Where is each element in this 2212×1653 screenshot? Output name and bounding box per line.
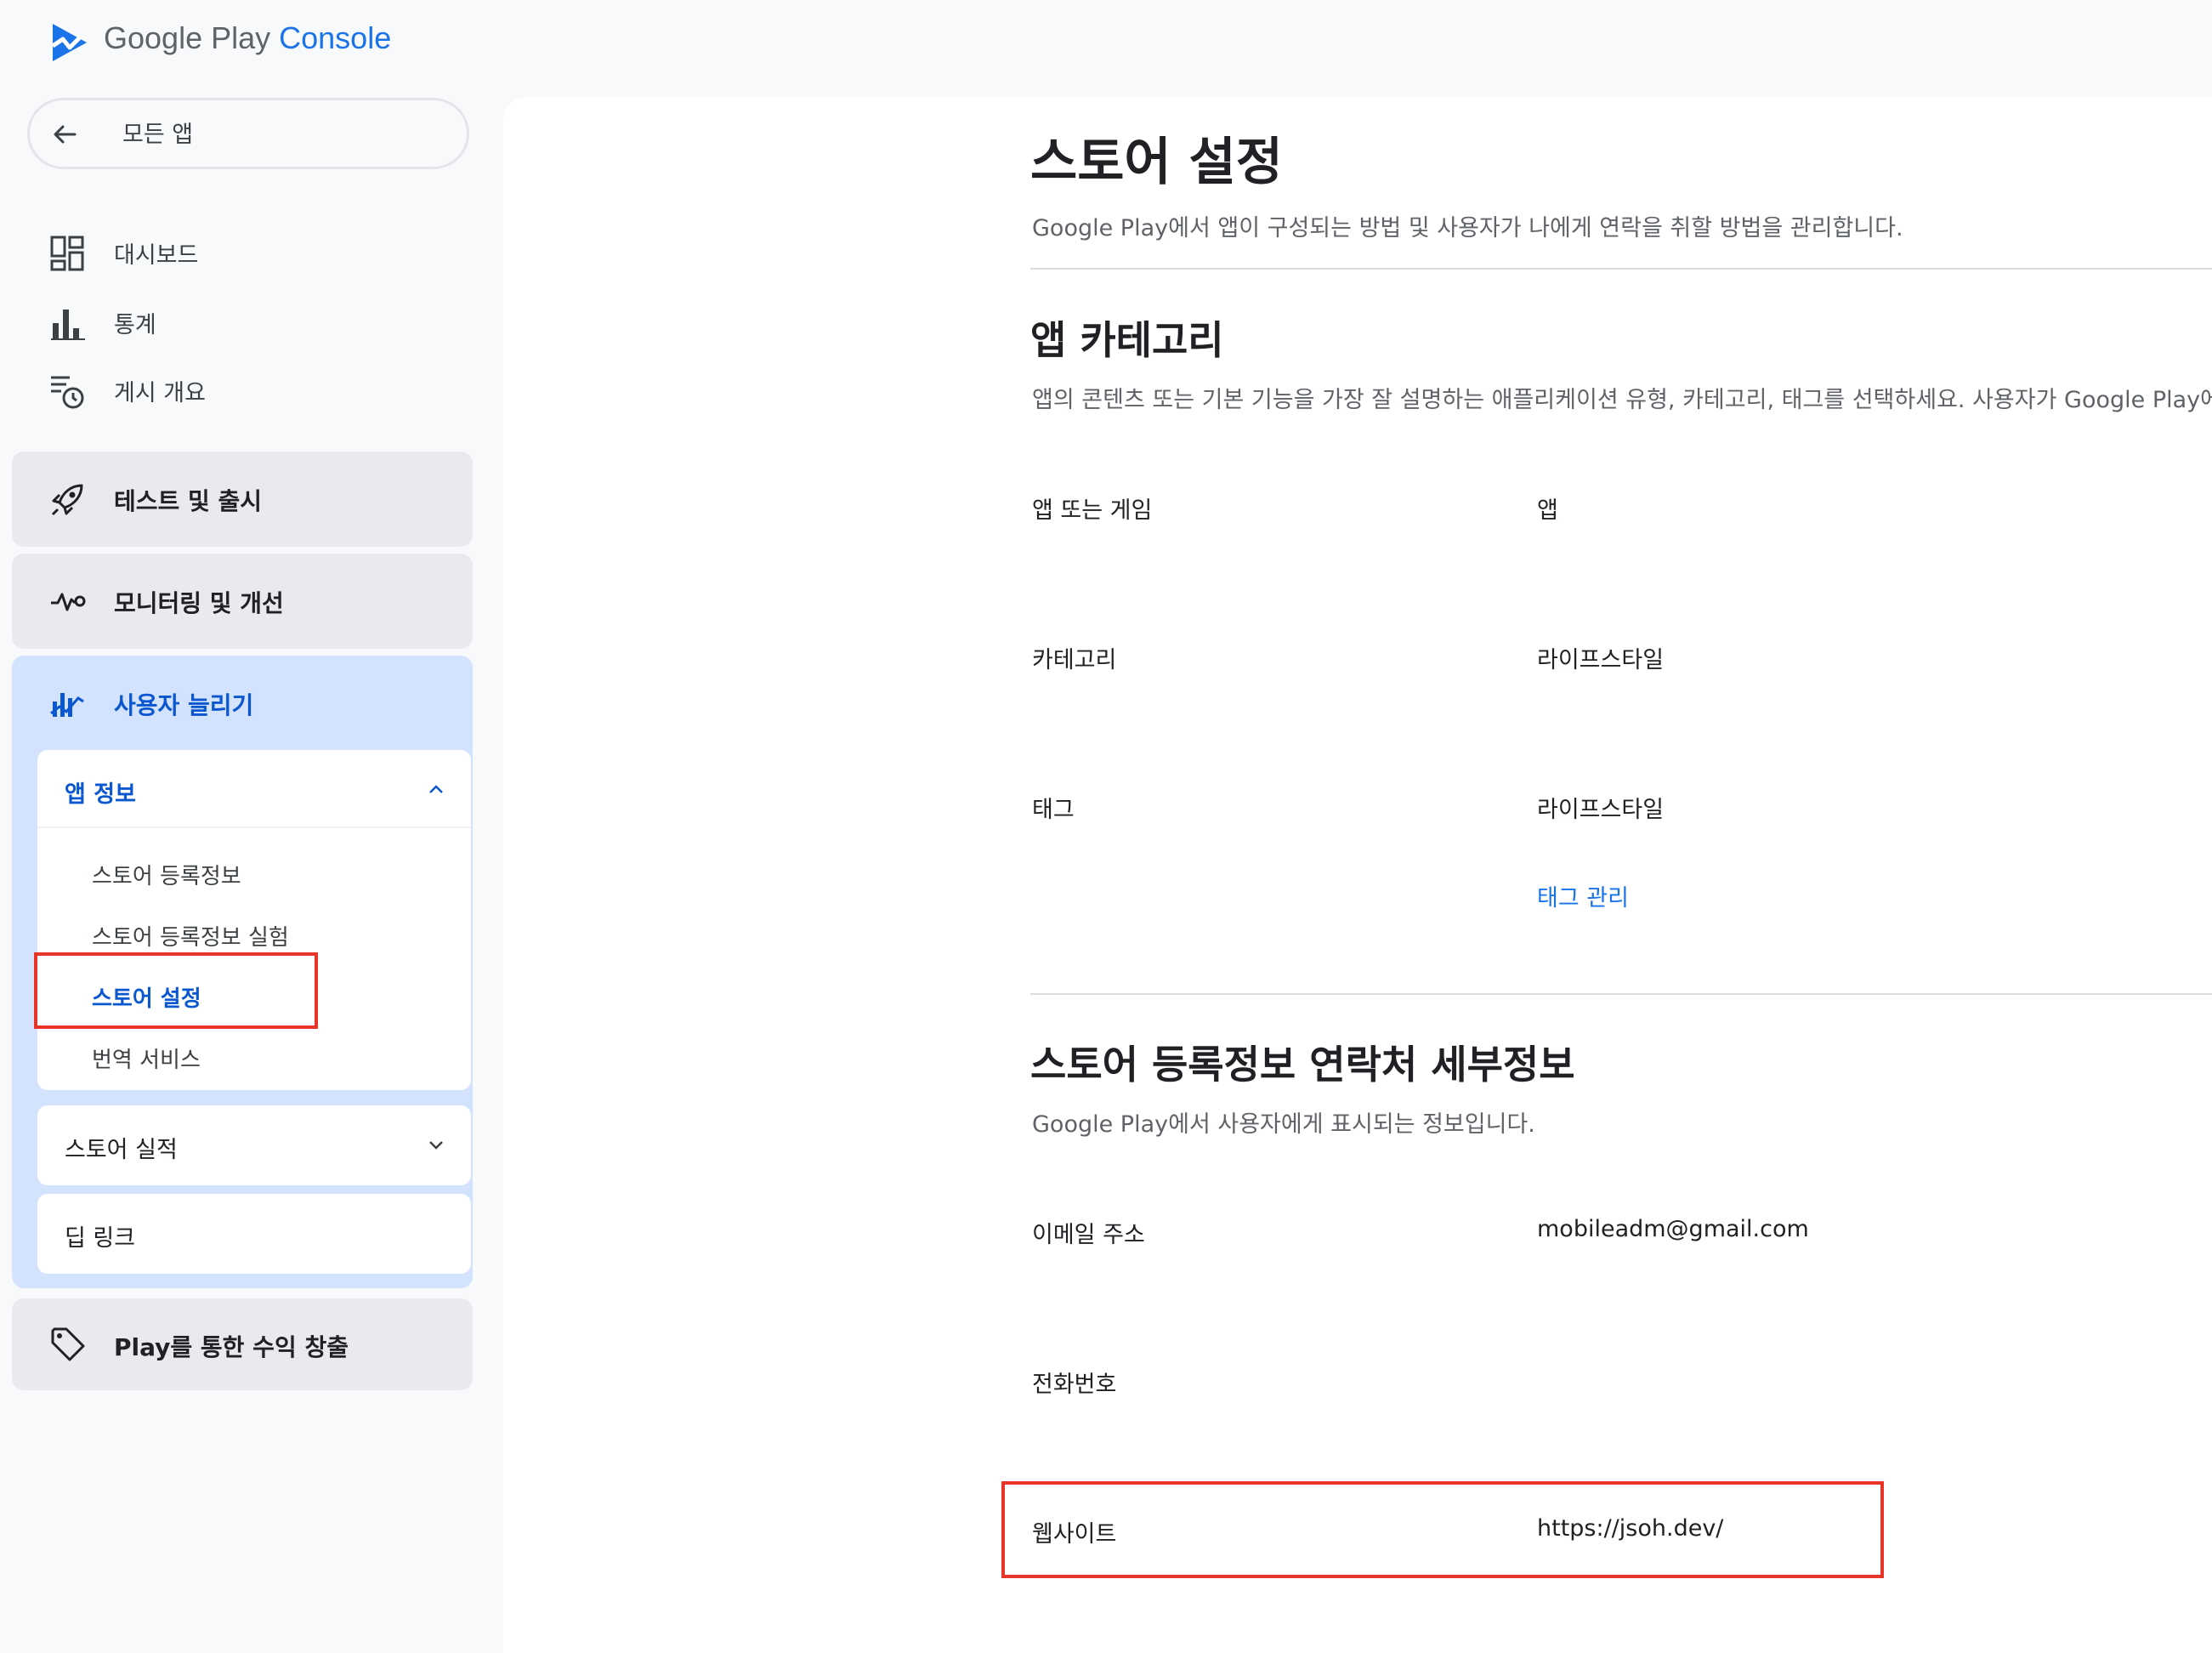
store-performance-card[interactable]: 스토어 실적: [37, 1105, 471, 1185]
top-bar: Google Play Console: [0, 0, 2212, 94]
section-title-app-category: 앱 카테고리: [1030, 317, 1224, 363]
app-info-label: 앱 정보: [65, 781, 136, 808]
sidebar-group-monitor-improve-label: 모니터링 및 개선: [114, 589, 284, 617]
dashboard-icon: [50, 236, 84, 271]
sidebar-group-test-release-label: 테스트 및 출시: [114, 487, 263, 515]
main-content-panel: [503, 97, 2212, 1653]
all-apps-label: 모든 앱: [122, 122, 194, 148]
all-apps-button[interactable]: [27, 98, 469, 169]
section-divider: [1030, 993, 2212, 995]
highlight-box-website: [1001, 1481, 1884, 1578]
brand-name: Google Play: [104, 20, 271, 55]
field-value-app-or-game: 앱: [1537, 497, 1558, 524]
publishing-overview-icon: [51, 376, 84, 409]
sidebar-item-publishing-overview-label: 게시 개요: [114, 380, 206, 406]
sidebar-item-dashboard-label: 대시보드: [114, 242, 199, 269]
field-value-category: 라이프스타일: [1537, 647, 1665, 673]
tag-icon: [51, 1327, 85, 1361]
sidebar-group-monetize-label: Play를 통한 수익 창출: [114, 1333, 349, 1361]
app-info-card: 앱 정보 스토어 등록정보 스토어 등록정보 실험 스토어 설정 번역 서비스: [37, 750, 471, 1090]
page-title: 스토어 설정: [1030, 133, 1283, 192]
sidebar-group-monitor-improve[interactable]: 모니터링 및 개선: [12, 554, 473, 649]
section-description-app-category: 앱의 콘텐츠 또는 기본 기능을 가장 잘 설명하는 애플리케이션 유형, 카테…: [1032, 387, 2212, 413]
chevron-up-icon: [429, 785, 443, 793]
section-title-contact-details: 스토어 등록정보 연락처 세부정보: [1030, 1042, 1575, 1088]
sidebar-item-statistics-label: 통계: [114, 312, 156, 338]
field-label-phone: 전화번호: [1032, 1372, 1117, 1398]
deep-links-card[interactable]: 딥 링크: [37, 1194, 471, 1274]
field-label-tags: 태그: [1032, 797, 1075, 823]
app-info-divider: [37, 826, 471, 828]
page-description: Google Play에서 앱이 구성되는 방법 및 사용자가 나에게 연락을 …: [1032, 215, 1903, 241]
store-performance-label: 스토어 실적: [65, 1137, 178, 1163]
section-divider: [1030, 268, 2212, 270]
manage-tags-link[interactable]: 태그 관리: [1537, 879, 1629, 912]
deep-links-label: 딥 링크: [65, 1225, 136, 1252]
play-console-logo-icon[interactable]: [49, 20, 90, 65]
section-description-contact-details: Google Play에서 사용자에게 표시되는 정보입니다.: [1032, 1111, 1535, 1138]
field-value-email: mobileadm@gmail.com: [1537, 1216, 1809, 1242]
field-label-email: 이메일 주소: [1032, 1222, 1145, 1248]
rocket-icon: [51, 484, 83, 516]
sidebar-group-test-release[interactable]: 테스트 및 출시: [12, 452, 473, 547]
field-label-app-or-game: 앱 또는 게임: [1032, 497, 1153, 524]
arrow-back-icon: [54, 125, 77, 144]
brand-console: Console: [279, 20, 392, 55]
sidebar-item-translation-service[interactable]: 번역 서비스: [92, 1042, 201, 1074]
sidebar-item-store-listing-experiments[interactable]: 스토어 등록정보 실험: [92, 920, 289, 951]
grow-users-icon: [50, 693, 84, 717]
app-brand[interactable]: Google Play Console: [104, 20, 391, 56]
sidebar-item-store-listing[interactable]: 스토어 등록정보: [92, 859, 241, 890]
sidebar-group-monetize[interactable]: Play를 통한 수익 창출: [12, 1298, 473, 1390]
highlight-box-store-settings: [34, 952, 318, 1029]
pulse-icon: [51, 593, 86, 611]
sidebar-group-grow-users-label: 사용자 늘리기: [114, 691, 254, 719]
bar-chart-icon: [51, 310, 85, 340]
field-value-tags: 라이프스타일: [1537, 797, 1665, 823]
chevron-down-icon: [429, 1141, 443, 1150]
field-label-category: 카테고리: [1032, 647, 1117, 673]
